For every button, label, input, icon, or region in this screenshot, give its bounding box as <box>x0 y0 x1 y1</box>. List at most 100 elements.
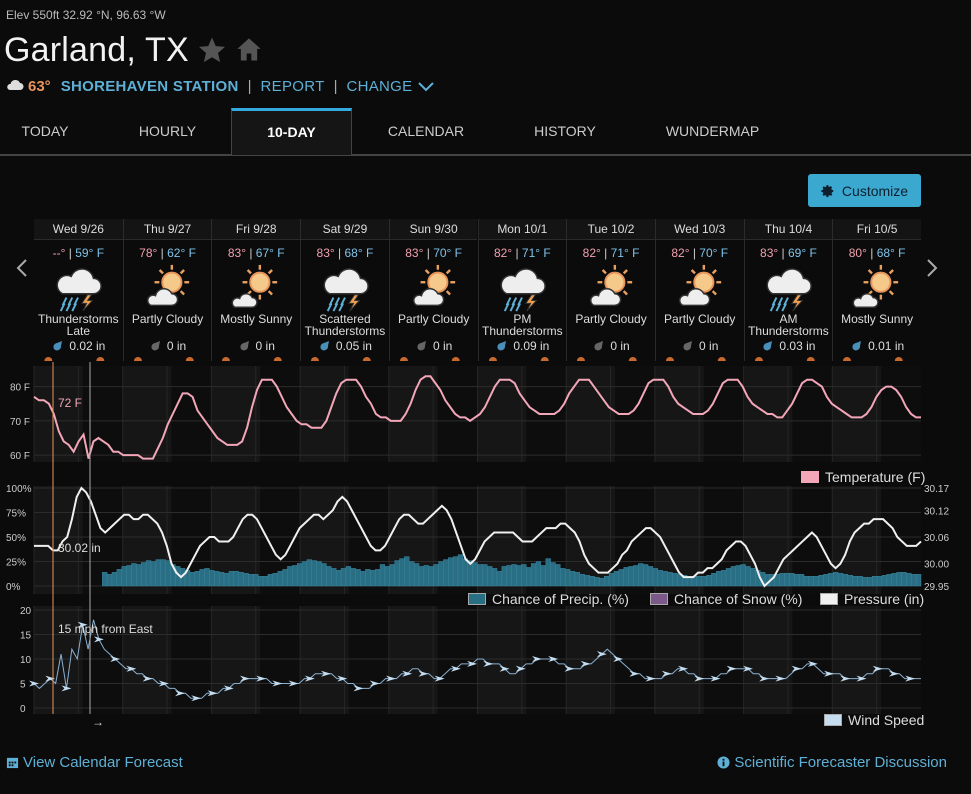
precip-bar <box>399 558 405 587</box>
day-temps: 83° | 67° F <box>227 246 285 260</box>
day-date: Wed 10/3 <box>655 219 744 240</box>
day-precip-amount: 0.03 in <box>779 339 816 353</box>
precip-bar <box>296 563 303 587</box>
day-low: 68° F <box>876 246 906 260</box>
precip-bar <box>199 569 205 587</box>
day-condition: Thunderstorms Late <box>37 312 119 338</box>
day-column[interactable]: Fri 9/28 83° | 67° F Mostly Sunny 0 in <box>211 219 301 361</box>
night-band <box>82 366 123 462</box>
day-column[interactable]: Mon 10/1 82° | 71° F PM Thunderstorms 0.09 … <box>477 219 567 361</box>
precip-bar <box>599 577 605 587</box>
raindrop-icon <box>594 341 604 351</box>
customize-button[interactable]: Customize <box>808 174 921 207</box>
y-tick-label: 75% <box>6 509 26 520</box>
precip-bar <box>891 573 897 587</box>
precip-bar <box>360 571 366 587</box>
day-date: Fri 9/28 <box>212 219 301 240</box>
night-band <box>526 606 567 714</box>
precip-bar <box>623 567 629 587</box>
precip-bar <box>321 563 327 587</box>
mostly-sunny-icon <box>852 264 899 308</box>
tab-hourly[interactable]: HOURLY <box>110 108 225 154</box>
raindrop-icon <box>683 341 693 351</box>
day-column[interactable]: Tue 10/2 82° | 71° F Partly Cloudy 0 in <box>566 219 655 361</box>
day-condition: Mostly Sunny <box>220 312 293 326</box>
report-link[interactable]: REPORT <box>261 78 325 95</box>
precip-bar <box>145 560 152 587</box>
station-link[interactable]: SHOREHAVEN STATION <box>61 78 239 95</box>
day-column[interactable]: Fri 10/5 80° | 68° F Mostly Sunny 0.01 in <box>832 219 921 361</box>
sunrise-sunset-marks <box>754 357 815 361</box>
precip-bar <box>535 561 542 587</box>
legend-precip-label: Chance of Precip. (%) <box>492 591 629 607</box>
day-high: 83° <box>405 246 424 260</box>
precip-bar <box>750 568 756 587</box>
precip-bar <box>306 559 312 587</box>
tab-history[interactable]: HISTORY <box>505 108 625 154</box>
tab-today[interactable]: TODAY <box>0 108 90 154</box>
elevation-line: Elev 550ft 32.92 °N, 96.63 °W <box>6 8 166 22</box>
legend-pressure[interactable]: Pressure (in) <box>820 591 924 607</box>
day-precip-amount: 0 in <box>610 339 630 353</box>
change-link[interactable]: CHANGE <box>346 78 412 95</box>
tab-wundermap[interactable]: WUNDERMAP <box>640 108 785 154</box>
precip-bar <box>735 565 741 587</box>
precip-bar <box>633 565 639 587</box>
forecaster-discussion-link[interactable]: Scientific Forecaster Discussion <box>717 754 947 771</box>
charts-svg[interactable]: 80 F 70 F 60 F 100% 75% 50% 25% 0% 30.17 30.12 30.… <box>0 345 971 732</box>
day-temps: 83° | 70° F <box>405 246 463 260</box>
raindrop-icon <box>417 341 426 351</box>
tab-calendar[interactable]: CALENDAR <box>360 108 492 154</box>
precip-bar <box>657 570 663 587</box>
precip-bar <box>540 565 546 587</box>
precip-bar <box>448 557 454 587</box>
y-tick-label: 80 F <box>10 383 30 394</box>
day-column[interactable]: Sun 9/30 83° | 70° F Partly Cloudy 0 in <box>388 219 478 361</box>
star-icon[interactable] <box>197 35 227 65</box>
precip-bar <box>725 568 732 587</box>
y-tick-label: 0% <box>6 582 21 593</box>
day-high: 83° <box>316 246 335 260</box>
prev-days-arrow[interactable] <box>16 258 28 284</box>
day-temps: 83° | 68° F <box>316 246 374 260</box>
y-tick-label: 25% <box>6 558 26 569</box>
precip-bar <box>789 573 795 587</box>
precip-bar <box>262 575 269 587</box>
precip-bar <box>828 573 834 587</box>
view-calendar-link[interactable]: View Calendar Forecast <box>6 754 183 771</box>
day-column[interactable]: Thu 10/4 83° | 69° F AM Thunderstorms 0.03 … <box>743 219 833 361</box>
day-column[interactable]: Thu 9/27 78° | 62° F Partly Cloudy 0 in <box>122 219 212 361</box>
thunderstorm-icon <box>56 268 103 312</box>
day-column[interactable]: Wed 9/26 --° | 59° F Thunderstorms Late 0.0… <box>34 219 123 361</box>
legend-wind[interactable]: Wind Speed <box>824 712 924 728</box>
y-tick-label: 15 <box>20 631 32 642</box>
chevron-down-icon[interactable] <box>418 81 435 92</box>
forecast-days: Wed 9/26 --° | 59° F Thunderstorms Late 0.0… <box>34 219 921 361</box>
precip-bar <box>452 556 459 587</box>
legend-precip[interactable]: Chance of Precip. (%) <box>468 591 629 607</box>
night-band <box>703 606 744 714</box>
precip-bar <box>501 566 507 587</box>
next-days-arrow[interactable] <box>926 258 938 284</box>
tab-10-day[interactable]: 10-DAY <box>231 108 352 155</box>
precip-bar <box>384 566 390 587</box>
cursor-pressure: 30.02 in <box>58 541 101 555</box>
day-column[interactable]: Wed 10/3 82° | 70° F Partly Cloudy 0 in <box>654 219 744 361</box>
day-date: Thu 9/27 <box>123 219 212 240</box>
home-icon[interactable] <box>235 36 263 64</box>
precip-bar <box>433 564 439 587</box>
day-precip: 0.01 in <box>833 339 921 353</box>
y-tick-label-right: 30.12 <box>924 506 949 517</box>
precip-bar <box>594 576 600 587</box>
y-tick-label: 10 <box>20 655 32 666</box>
precip-bar <box>287 566 293 587</box>
day-precip-amount: 0 in <box>166 339 187 353</box>
night-band <box>437 606 478 714</box>
precip-bar <box>906 573 912 587</box>
sunrise-sunset-marks <box>399 357 460 361</box>
day-precip: 0.05 in <box>301 339 389 353</box>
legend-temperature[interactable]: Temperature (F) <box>801 469 925 485</box>
day-low: 70° F <box>699 246 729 260</box>
day-column[interactable]: Sat 9/29 83° | 68° F Scattered Thunderstor… <box>300 219 389 361</box>
legend-snow[interactable]: Chance of Snow (%) <box>650 591 802 607</box>
